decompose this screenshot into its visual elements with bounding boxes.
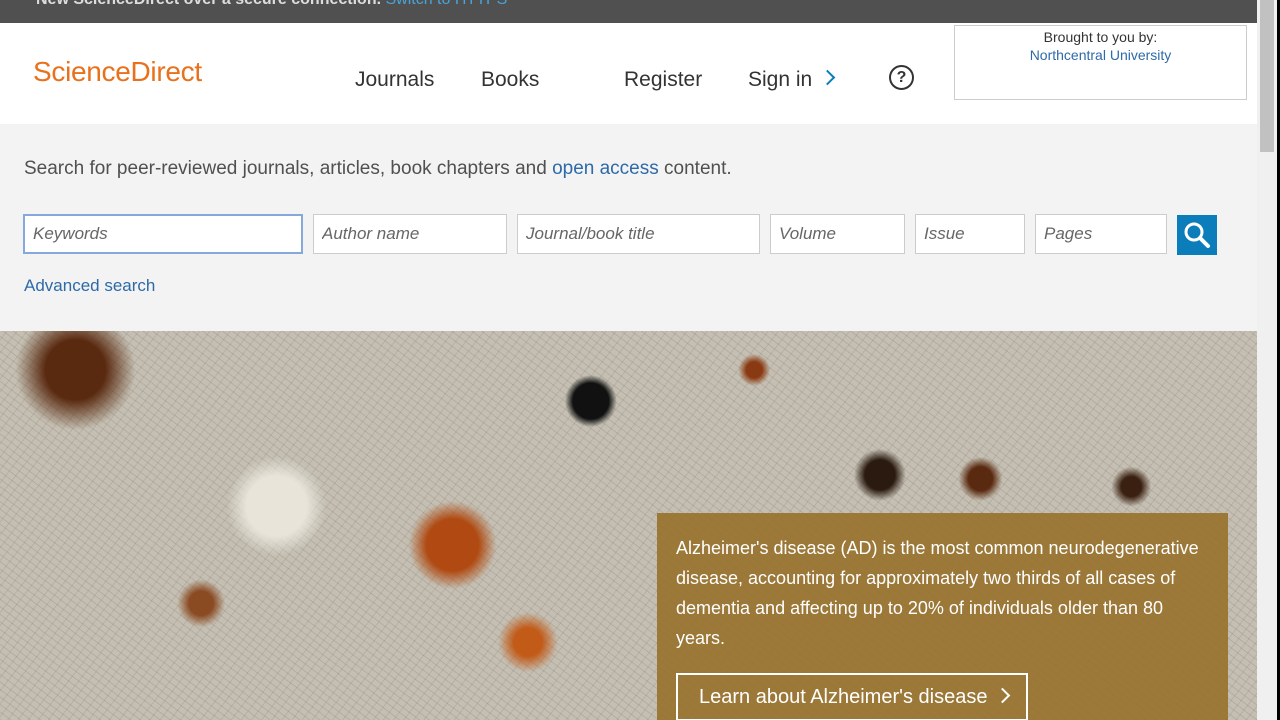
advanced-search-link[interactable]: Advanced search: [24, 276, 155, 296]
hero-description: Alzheimer's disease (AD) is the most com…: [676, 538, 1199, 648]
institution-link[interactable]: Northcentral University: [955, 47, 1246, 63]
secure-connection-banner: New ScienceDirect over a secure connecti…: [0, 0, 1257, 23]
nav-books[interactable]: Books: [481, 68, 539, 92]
brought-to-you-label: Brought to you by:: [1043, 29, 1158, 45]
switch-https-link[interactable]: Switch to HTTPS: [385, 0, 507, 8]
hero-overlay-card: Alzheimer's disease (AD) is the most com…: [657, 513, 1228, 720]
nav-journals[interactable]: Journals: [355, 68, 434, 92]
search-icon: [1184, 222, 1210, 248]
nav-register[interactable]: Register: [624, 68, 702, 92]
volume-input[interactable]: [770, 214, 905, 254]
search-intro: Search for peer-reviewed journals, artic…: [24, 158, 732, 179]
search-panel: Search for peer-reviewed journals, artic…: [0, 124, 1257, 331]
issue-input[interactable]: [915, 214, 1025, 254]
sciencedirect-logo[interactable]: ScienceDirect: [33, 56, 202, 88]
chevron-right-icon: [995, 687, 1011, 703]
learn-button-label: Learn about Alzheimer's disease: [699, 685, 988, 708]
learn-alzheimers-button[interactable]: Learn about Alzheimer's disease: [676, 673, 1029, 720]
nav-sign-in[interactable]: Sign in: [748, 68, 836, 92]
journal-title-input[interactable]: [517, 214, 760, 254]
open-access-link[interactable]: open access: [552, 158, 659, 179]
chevron-right-icon: [819, 69, 836, 86]
hero-image: Alzheimer's disease (AD) is the most com…: [0, 331, 1257, 720]
pages-input[interactable]: [1035, 214, 1167, 254]
scrollbar-thumb[interactable]: [1260, 0, 1274, 152]
search-button[interactable]: [1177, 215, 1217, 255]
site-header: ScienceDirect Journals Books Register Si…: [0, 23, 1257, 124]
vertical-scrollbar[interactable]: [1257, 0, 1277, 720]
banner-text: New ScienceDirect over a secure connecti…: [36, 0, 507, 9]
sign-in-label: Sign in: [748, 68, 813, 91]
institution-box: Brought to you by: Northcentral Universi…: [954, 25, 1247, 100]
help-icon[interactable]: ?: [889, 65, 914, 90]
author-input[interactable]: [313, 214, 507, 254]
page: New ScienceDirect over a secure connecti…: [0, 0, 1257, 720]
keywords-input[interactable]: [23, 214, 303, 254]
